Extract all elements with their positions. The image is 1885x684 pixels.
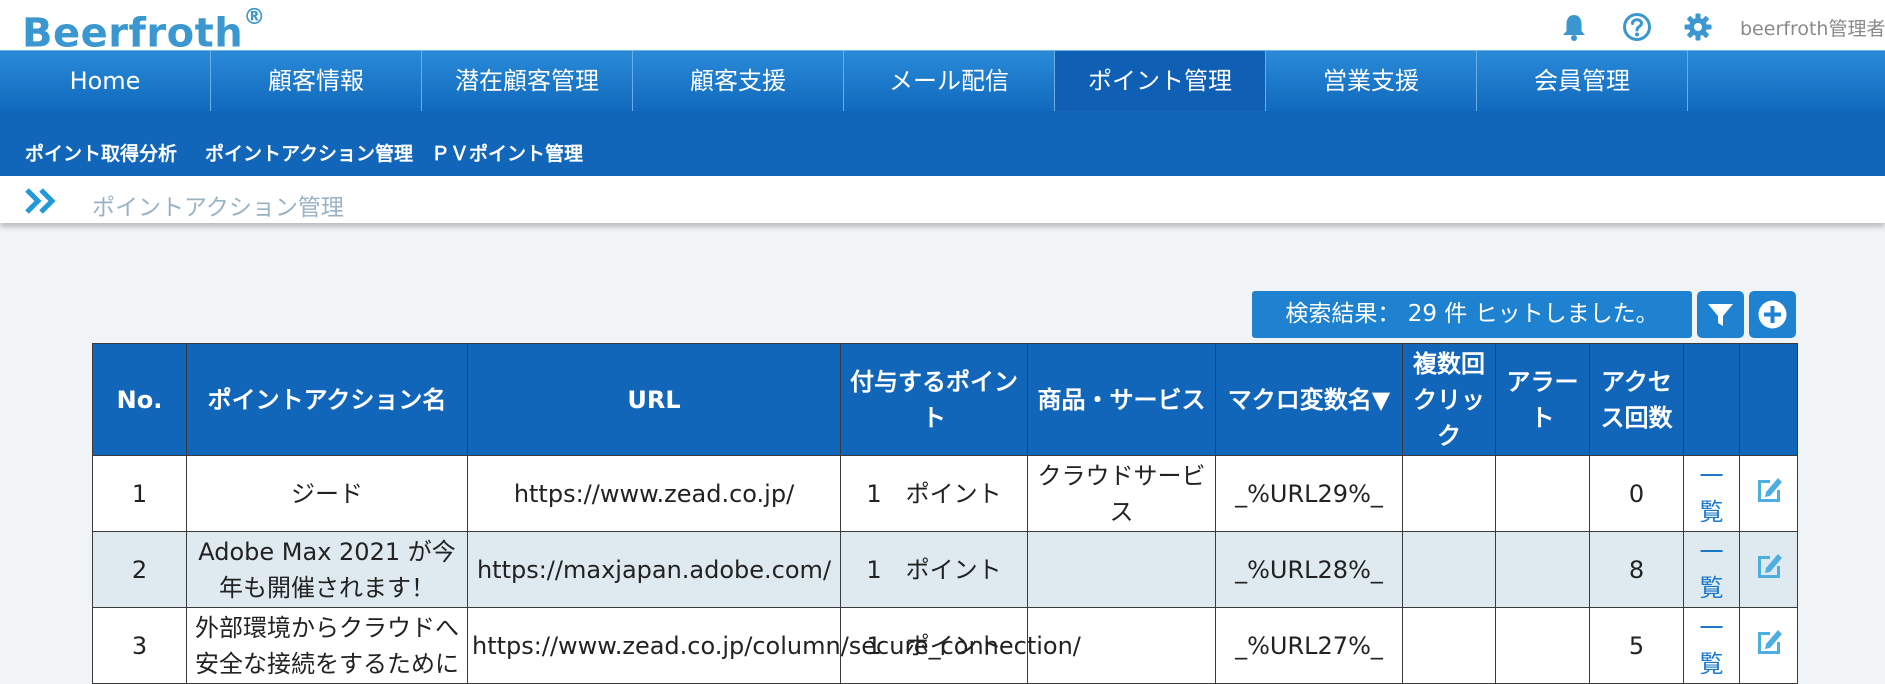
cell-alert bbox=[1495, 607, 1590, 684]
subnav-pv-point-management[interactable]: ＰＶポイント管理 bbox=[431, 139, 583, 166]
cell-macro: _%URL28%_ bbox=[1215, 531, 1403, 608]
filter-button[interactable] bbox=[1697, 291, 1744, 338]
cell-url: https://www.zead.co.jp/ bbox=[467, 455, 841, 532]
cell-macro: _%URL27%_ bbox=[1215, 607, 1403, 684]
col-header-alert[interactable]: アラート bbox=[1495, 343, 1590, 456]
subnav-point-analysis[interactable]: ポイント取得分析 bbox=[25, 139, 177, 166]
cell-url: https://maxjapan.adobe.com/ bbox=[467, 531, 841, 608]
main-nav: Home 顧客情報 潜在顧客管理 顧客支援 メール配信 ポイント管理 営業支援 … bbox=[0, 50, 1885, 112]
double-chevron-icon bbox=[24, 188, 64, 218]
sub-nav: ポイント取得分析 ポイントアクション管理 ＰＶポイント管理 bbox=[0, 111, 1885, 176]
cell-service: クラウドサービス bbox=[1027, 455, 1216, 532]
app-logo[interactable]: Beerfroth® bbox=[22, 0, 266, 56]
cell-no: 2 bbox=[92, 531, 187, 608]
col-header-access-count[interactable]: アクセス回数 bbox=[1589, 343, 1684, 456]
col-header-macro[interactable]: マクロ変数名▼ bbox=[1215, 343, 1403, 456]
cell-edit bbox=[1739, 607, 1798, 684]
user-menu[interactable]: beerfroth管理者 bbox=[1740, 14, 1885, 41]
subnav-point-action-management[interactable]: ポイントアクション管理 bbox=[205, 139, 413, 166]
cell-points: 1 ポイント bbox=[840, 531, 1028, 608]
cell-macro: _%URL29%_ bbox=[1215, 455, 1403, 532]
filter-icon bbox=[1708, 304, 1733, 326]
cell-url: https://www.zead.co.jp/column/secure_con… bbox=[467, 607, 1081, 684]
cell-edit bbox=[1739, 531, 1798, 608]
logo-mark: ® bbox=[243, 5, 266, 30]
cell-action-name: Adobe Max 2021 が今年も開催されます！ bbox=[186, 531, 468, 608]
cell-access-count: 8 bbox=[1589, 531, 1684, 608]
nav-home[interactable]: Home bbox=[0, 51, 211, 112]
cell-no: 3 bbox=[92, 607, 187, 684]
plus-circle-icon bbox=[1758, 300, 1787, 329]
bell-icon[interactable] bbox=[1559, 12, 1589, 42]
search-result-count: 検索結果： 29 件 ヒットしました。 bbox=[1252, 291, 1692, 338]
col-header-action-name[interactable]: ポイントアクション名 bbox=[186, 343, 468, 456]
edit-icon[interactable] bbox=[1754, 626, 1784, 666]
cell-alert bbox=[1495, 531, 1590, 608]
cell-alert bbox=[1495, 455, 1590, 532]
nav-member-management[interactable]: 会員管理 bbox=[1477, 51, 1688, 112]
nav-mail-delivery[interactable]: メール配信 bbox=[844, 51, 1055, 112]
help-icon[interactable] bbox=[1622, 12, 1652, 42]
list-link[interactable]: 一覧 bbox=[1700, 614, 1724, 678]
cell-edit bbox=[1739, 455, 1798, 532]
col-header-edit bbox=[1739, 343, 1798, 456]
cell-no: 1 bbox=[92, 455, 187, 532]
cell-multi-click bbox=[1402, 531, 1496, 608]
col-header-points[interactable]: 付与するポイント bbox=[840, 343, 1028, 456]
table-row: 2 Adobe Max 2021 が今年も開催されます！ https://max… bbox=[92, 531, 1798, 608]
breadcrumb: ポイントアクション管理 bbox=[0, 176, 1885, 223]
cell-multi-click bbox=[1402, 455, 1496, 532]
cell-list: 一覧 bbox=[1683, 531, 1740, 608]
add-button[interactable] bbox=[1749, 291, 1796, 338]
nav-customer-info[interactable]: 顧客情報 bbox=[211, 51, 422, 112]
cell-service bbox=[1027, 531, 1216, 608]
cell-list: 一覧 bbox=[1683, 455, 1740, 532]
col-header-multi-click[interactable]: 複数回クリック bbox=[1402, 343, 1496, 456]
point-action-table: No. ポイントアクション名 URL 付与するポイント 商品・サービス マクロ変… bbox=[92, 343, 1798, 684]
list-link[interactable]: 一覧 bbox=[1700, 462, 1724, 526]
col-header-list bbox=[1683, 343, 1740, 456]
nav-customer-support[interactable]: 顧客支援 bbox=[633, 51, 844, 112]
gear-icon[interactable] bbox=[1683, 12, 1713, 42]
col-header-url[interactable]: URL bbox=[467, 343, 841, 456]
page-title: ポイントアクション管理 bbox=[92, 195, 344, 221]
cell-points: 1 ポイント bbox=[840, 607, 1028, 684]
cell-access-count: 0 bbox=[1589, 455, 1684, 532]
edit-icon[interactable] bbox=[1754, 550, 1784, 590]
cell-list: 一覧 bbox=[1683, 607, 1740, 684]
col-header-service[interactable]: 商品・サービス bbox=[1027, 343, 1216, 456]
edit-icon[interactable] bbox=[1754, 474, 1784, 514]
cell-access-count: 5 bbox=[1589, 607, 1684, 684]
cell-action-name: 外部環境からクラウドへ安全な接続をするために bbox=[186, 607, 468, 684]
table-row: 1 ジード https://www.zead.co.jp/ 1 ポイント クラウ… bbox=[92, 455, 1798, 532]
cell-points: 1 ポイント bbox=[840, 455, 1028, 532]
top-header: Beerfroth® beerfroth管理者 bbox=[0, 0, 1885, 56]
cell-action-name: ジード bbox=[186, 455, 468, 532]
cell-multi-click bbox=[1402, 607, 1496, 684]
table-row: 3 外部環境からクラウドへ安全な接続をするために https://www.zea… bbox=[92, 607, 1798, 684]
table-header-row: No. ポイントアクション名 URL 付与するポイント 商品・サービス マクロ変… bbox=[92, 343, 1798, 456]
list-link[interactable]: 一覧 bbox=[1700, 538, 1724, 602]
col-header-no[interactable]: No. bbox=[92, 343, 187, 456]
nav-sales-support[interactable]: 営業支援 bbox=[1266, 51, 1477, 112]
nav-prospect-management[interactable]: 潜在顧客管理 bbox=[422, 51, 633, 112]
nav-point-management[interactable]: ポイント管理 bbox=[1055, 51, 1266, 112]
